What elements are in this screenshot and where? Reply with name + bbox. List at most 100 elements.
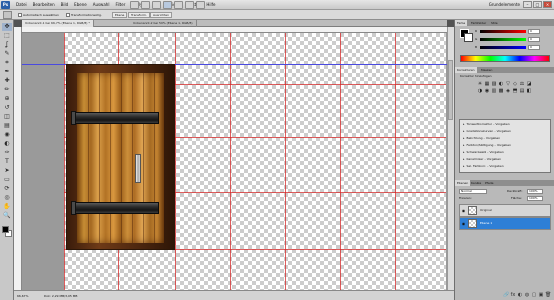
adjustment-icon[interactable]: ◧ xyxy=(526,88,532,94)
adjustment-icon[interactable]: ▽ xyxy=(505,81,511,87)
opacity-input[interactable]: 100% xyxy=(527,189,543,194)
visibility-eye-icon[interactable]: ◉ xyxy=(461,221,466,227)
layer-name[interactable]: Original xyxy=(480,207,492,213)
gradient-icon[interactable]: ▤ xyxy=(2,122,12,130)
zoom-icon[interactable]: 🔍 xyxy=(2,212,12,220)
3d-orbit-icon[interactable]: ◎ xyxy=(2,194,12,202)
layer-row-selected[interactable]: ◉ Ebene 1 xyxy=(459,217,551,230)
view-extras-icon[interactable] xyxy=(152,1,161,9)
slider-green[interactable]: G 0 xyxy=(475,37,551,42)
tool-preset-icon[interactable] xyxy=(3,11,12,19)
layer-style-icon[interactable]: fx xyxy=(510,292,516,298)
preset-item[interactable]: ▸ Sel. Farbkorr. – Vorgaben xyxy=(461,163,549,169)
adjustment-layer-icon[interactable]: ◍ xyxy=(524,292,530,298)
tab-document-1[interactable]: Unbenannt-1 bei 66,7% (Ebene 1, RGB/8) * xyxy=(22,20,94,27)
guide-vertical[interactable] xyxy=(340,33,341,290)
autoselect-checkbox[interactable]: Automatisch auswählen xyxy=(18,12,59,18)
bridge-icon[interactable] xyxy=(130,1,139,9)
menu-item[interactable]: Ebene xyxy=(71,2,90,8)
slider-track[interactable] xyxy=(480,46,526,49)
layer-name[interactable]: Ebene 1 xyxy=(480,220,492,226)
adjustment-icon[interactable]: ⬒ xyxy=(512,88,518,94)
scrollbar-thumb[interactable] xyxy=(448,60,453,120)
guide-vertical[interactable] xyxy=(64,33,65,290)
adjustment-icon[interactable]: ▤ xyxy=(519,88,525,94)
transform-button[interactable]: Transform. xyxy=(128,12,150,18)
mini-bridge-icon[interactable] xyxy=(141,1,150,9)
tab-paths[interactable]: Pfade xyxy=(483,180,495,186)
menu-item[interactable]: Auswahl xyxy=(90,2,113,8)
expand-arrow-icon[interactable]: ▸ xyxy=(463,136,465,140)
guide-vertical[interactable] xyxy=(230,33,231,290)
adjustment-icon[interactable]: ◉ xyxy=(484,88,490,94)
lasso-icon[interactable]: ʆ xyxy=(2,41,12,49)
menu-item[interactable]: Bearbeiten xyxy=(30,2,58,8)
eraser-icon[interactable]: ◫ xyxy=(2,113,12,121)
adjustment-icon[interactable]: ▩ xyxy=(498,88,504,94)
transform-checkbox[interactable]: Transformationsstrg. xyxy=(66,12,102,18)
type-icon[interactable]: T xyxy=(2,158,12,166)
tab-color[interactable]: Farbe xyxy=(455,20,468,26)
blur-icon[interactable]: ◉ xyxy=(2,131,12,139)
checkbox-box[interactable] xyxy=(18,13,22,17)
link-layers-icon[interactable]: 🔗 xyxy=(503,292,509,298)
tab-channels[interactable]: Kanäle xyxy=(469,180,483,186)
healing-icon[interactable]: ✚ xyxy=(2,77,12,85)
expand-arrow-icon[interactable]: ▸ xyxy=(463,129,465,133)
layer-mask-icon[interactable]: ◐ xyxy=(517,292,523,298)
preset-item[interactable]: ▸ Tonwertkorrektur – Vorgaben xyxy=(461,121,549,127)
adjustment-icon[interactable]: ⚖ xyxy=(519,81,525,87)
guide-vertical[interactable] xyxy=(395,33,396,290)
pen-icon[interactable]: ✑ xyxy=(2,149,12,157)
preset-item[interactable]: ▸ Kanalmixer – Vorgaben xyxy=(461,156,549,162)
hand-tool-icon[interactable] xyxy=(174,1,183,9)
tab-adjustments[interactable]: Korrekturen xyxy=(455,67,477,73)
menu-item[interactable]: Datei xyxy=(13,2,30,8)
tab-swatches[interactable]: Farbfelder xyxy=(469,20,488,26)
history-brush-icon[interactable]: ↺ xyxy=(2,104,12,112)
menu-item[interactable]: Bild xyxy=(58,2,72,8)
adjustment-icon[interactable]: ☀ xyxy=(477,81,483,87)
layer-row[interactable]: ◉ Original xyxy=(459,204,551,217)
crop-icon[interactable]: ⌗ xyxy=(2,59,12,67)
adjustment-icon[interactable]: ◐ xyxy=(498,81,504,87)
checkbox-box[interactable] xyxy=(66,13,70,17)
path-select-icon[interactable]: ➤ xyxy=(2,167,12,175)
quick-select-icon[interactable]: ✎ xyxy=(2,50,12,58)
menu-item[interactable]: Filter xyxy=(112,2,128,8)
adjustment-icon[interactable]: ▦ xyxy=(484,81,490,87)
background-color-swatch[interactable] xyxy=(464,33,473,42)
slider-blue[interactable]: B 0 xyxy=(475,45,551,50)
slider-red[interactable]: R 0 xyxy=(475,29,551,34)
color-spectrum[interactable] xyxy=(460,55,550,62)
preset-item[interactable]: ▸ Belichtung – Vorgaben xyxy=(461,135,549,141)
marquee-icon[interactable]: ⬚ xyxy=(2,32,12,40)
adjustment-icon[interactable]: ◇ xyxy=(512,81,518,87)
fill-input[interactable]: 100% xyxy=(527,196,543,201)
zoom-level-icon[interactable] xyxy=(163,1,172,9)
guide-vertical[interactable] xyxy=(285,33,286,290)
close-button[interactable]: × xyxy=(543,1,552,8)
expand-arrow-icon[interactable]: ▸ xyxy=(463,157,465,161)
tab-layers[interactable]: Ebenen xyxy=(455,180,471,186)
expand-arrow-icon[interactable]: ▸ xyxy=(463,164,465,168)
3d-rotate-icon[interactable]: ⟳ xyxy=(2,185,12,193)
slider-track[interactable] xyxy=(480,30,526,33)
tab-styles[interactable]: Stile xyxy=(489,20,500,26)
visibility-eye-icon[interactable]: ◉ xyxy=(461,208,466,214)
blend-mode-select[interactable]: Normal xyxy=(459,189,487,194)
adjustment-icon[interactable]: ◪ xyxy=(526,81,532,87)
workspace-switcher[interactable]: Grundelemente xyxy=(489,2,520,8)
adjustment-icon[interactable]: ◈ xyxy=(505,88,511,94)
foreground-color-swatch[interactable] xyxy=(2,226,9,233)
new-group-icon[interactable]: ▢ xyxy=(531,292,537,298)
hand-icon[interactable]: ✋ xyxy=(2,203,12,211)
screen-mode-icon[interactable] xyxy=(196,1,205,9)
delete-layer-icon[interactable]: 🗑 xyxy=(545,292,551,298)
adjustment-icon[interactable]: ▨ xyxy=(491,81,497,87)
expand-arrow-icon[interactable]: ▸ xyxy=(463,150,465,154)
expand-arrow-icon[interactable]: ▸ xyxy=(463,143,465,147)
new-layer-icon[interactable]: ▣ xyxy=(538,292,544,298)
move-icon[interactable]: ✥ xyxy=(2,23,12,31)
preset-item[interactable]: ▸ Gradationskurven – Vorgaben xyxy=(461,128,549,134)
